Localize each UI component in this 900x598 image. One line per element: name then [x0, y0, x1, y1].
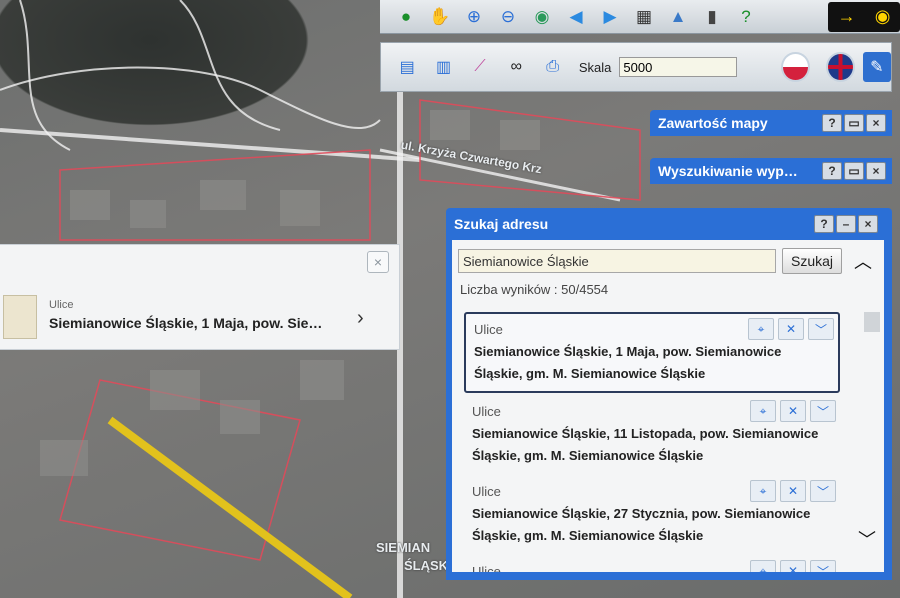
close-icon[interactable]: × [367, 251, 389, 273]
secondary-toolbar: ▤ ▥ ⟋ ∞ ⎙ Skala ✎ [380, 42, 892, 92]
zoom-to-icon[interactable]: ⌖ [750, 480, 776, 502]
help-icon[interactable]: ? [732, 4, 760, 30]
grid-icon[interactable]: ▦ [630, 4, 658, 30]
map-street-label: SIEMIAN [376, 540, 431, 555]
search-results-panel[interactable]: Wyszukiwanie wyp… ? ▭ × [650, 158, 892, 184]
popup-category: Ulice [49, 299, 74, 311]
panel-title: Wyszukiwanie wyp… [658, 163, 798, 179]
info-icon[interactable]: ● [392, 4, 420, 30]
zoom-to-icon[interactable]: ⌖ [750, 560, 776, 572]
wrench-icon[interactable]: ✎ [862, 52, 891, 82]
polish-flag-icon[interactable] [781, 52, 810, 82]
file-icon[interactable]: ▮ [698, 4, 726, 30]
popup-text[interactable]: Siemianowice Śląskie, 1 Maja, pow. Sie… [49, 315, 322, 331]
uk-flag-icon[interactable] [826, 52, 855, 82]
chevron-down-icon[interactable]: ﹀ [810, 480, 836, 502]
forward-arrow-icon[interactable]: ▶ [596, 4, 624, 30]
close-button[interactable]: × [858, 215, 878, 233]
remove-marker-icon[interactable]: ✕ [778, 318, 804, 340]
scrollbar-thumb[interactable] [864, 312, 880, 332]
chevron-down-icon[interactable]: ﹀ [810, 400, 836, 422]
globe-icon[interactable]: ◉ [528, 4, 556, 30]
result-item[interactable]: Ulice Siemianowice Śląskie, 27 Stycznia,… [464, 476, 840, 553]
close-button[interactable]: × [866, 162, 886, 180]
result-item[interactable]: Ulice ⌖ ✕ ﹀ [464, 556, 840, 572]
close-button[interactable]: × [866, 114, 886, 132]
map-thumbnail-icon [3, 295, 37, 339]
remove-marker-icon[interactable]: ✕ [780, 480, 806, 502]
remove-marker-icon[interactable]: ✕ [780, 400, 806, 422]
help-button[interactable]: ? [822, 162, 842, 180]
minimize-button[interactable]: – [836, 215, 856, 233]
result-item[interactable]: Ulice Siemianowice Śląskie, 1 Maja, pow.… [464, 312, 840, 393]
help-button[interactable]: ? [822, 114, 842, 132]
result-text: Siemianowice Śląskie, 27 Stycznia, pow. … [472, 506, 811, 543]
zoom-out-icon[interactable]: ⊖ [494, 4, 522, 30]
zoom-to-icon[interactable]: ⌖ [748, 318, 774, 340]
search-button[interactable]: Szukaj [782, 248, 843, 274]
zoom-in-icon[interactable]: ⊕ [460, 4, 488, 30]
result-item[interactable]: Ulice Siemianowice Śląskie, 11 Listopada… [464, 396, 840, 473]
scroll-down-icon[interactable]: ﹀ [858, 526, 876, 552]
chevron-down-icon[interactable]: ﹀ [810, 560, 836, 572]
panel-title: Zawartość mapy [658, 115, 768, 131]
result-popup: × Ulice Siemianowice Śląskie, 1 Maja, po… [0, 244, 400, 350]
maximize-button[interactable]: ▭ [844, 114, 864, 132]
measure-icon[interactable]: ▲ [664, 4, 692, 30]
back-arrow-icon[interactable]: ◀ [562, 4, 590, 30]
scroll-up-icon[interactable]: ︿ [854, 248, 872, 274]
graph-icon[interactable]: ⟋ [466, 52, 494, 82]
main-toolbar: ● ✋ ⊕ ⊖ ◉ ◀ ▶ ▦ ▲ ▮ ? → ◉ [380, 0, 900, 34]
map-street-label: ŚLĄSK [404, 558, 449, 573]
hand-pan-icon[interactable]: ✋ [426, 4, 454, 30]
result-text: Siemianowice Śląskie, 11 Listopada, pow.… [472, 426, 819, 463]
arrow-eye-icon[interactable]: → ◉ [828, 1, 900, 32]
remove-marker-icon[interactable]: ✕ [780, 560, 806, 572]
results-count: Liczba wyników : 50/4554 [460, 282, 609, 297]
maximize-button[interactable]: ▭ [844, 162, 864, 180]
legend-icon[interactable]: ▥ [429, 52, 457, 82]
chevron-right-icon[interactable]: › [357, 307, 364, 330]
print-icon[interactable]: ⎙ [539, 52, 567, 82]
help-button[interactable]: ? [814, 215, 834, 233]
search-input[interactable] [458, 249, 776, 273]
map-content-panel[interactable]: Zawartość mapy ? ▭ × [650, 110, 892, 136]
chevron-down-icon[interactable]: ﹀ [808, 318, 834, 340]
result-text: Siemianowice Śląskie, 1 Maja, pow. Siemi… [474, 344, 782, 381]
link-icon[interactable]: ∞ [502, 52, 530, 82]
layers-icon[interactable]: ▤ [393, 52, 421, 82]
scale-input[interactable] [619, 57, 738, 77]
address-search-window: Szukaj adresu ? – × Szukaj ︿ Liczba wyni… [446, 208, 892, 580]
scale-label: Skala [578, 59, 612, 75]
window-title: Szukaj adresu [454, 216, 549, 232]
zoom-to-icon[interactable]: ⌖ [750, 400, 776, 422]
